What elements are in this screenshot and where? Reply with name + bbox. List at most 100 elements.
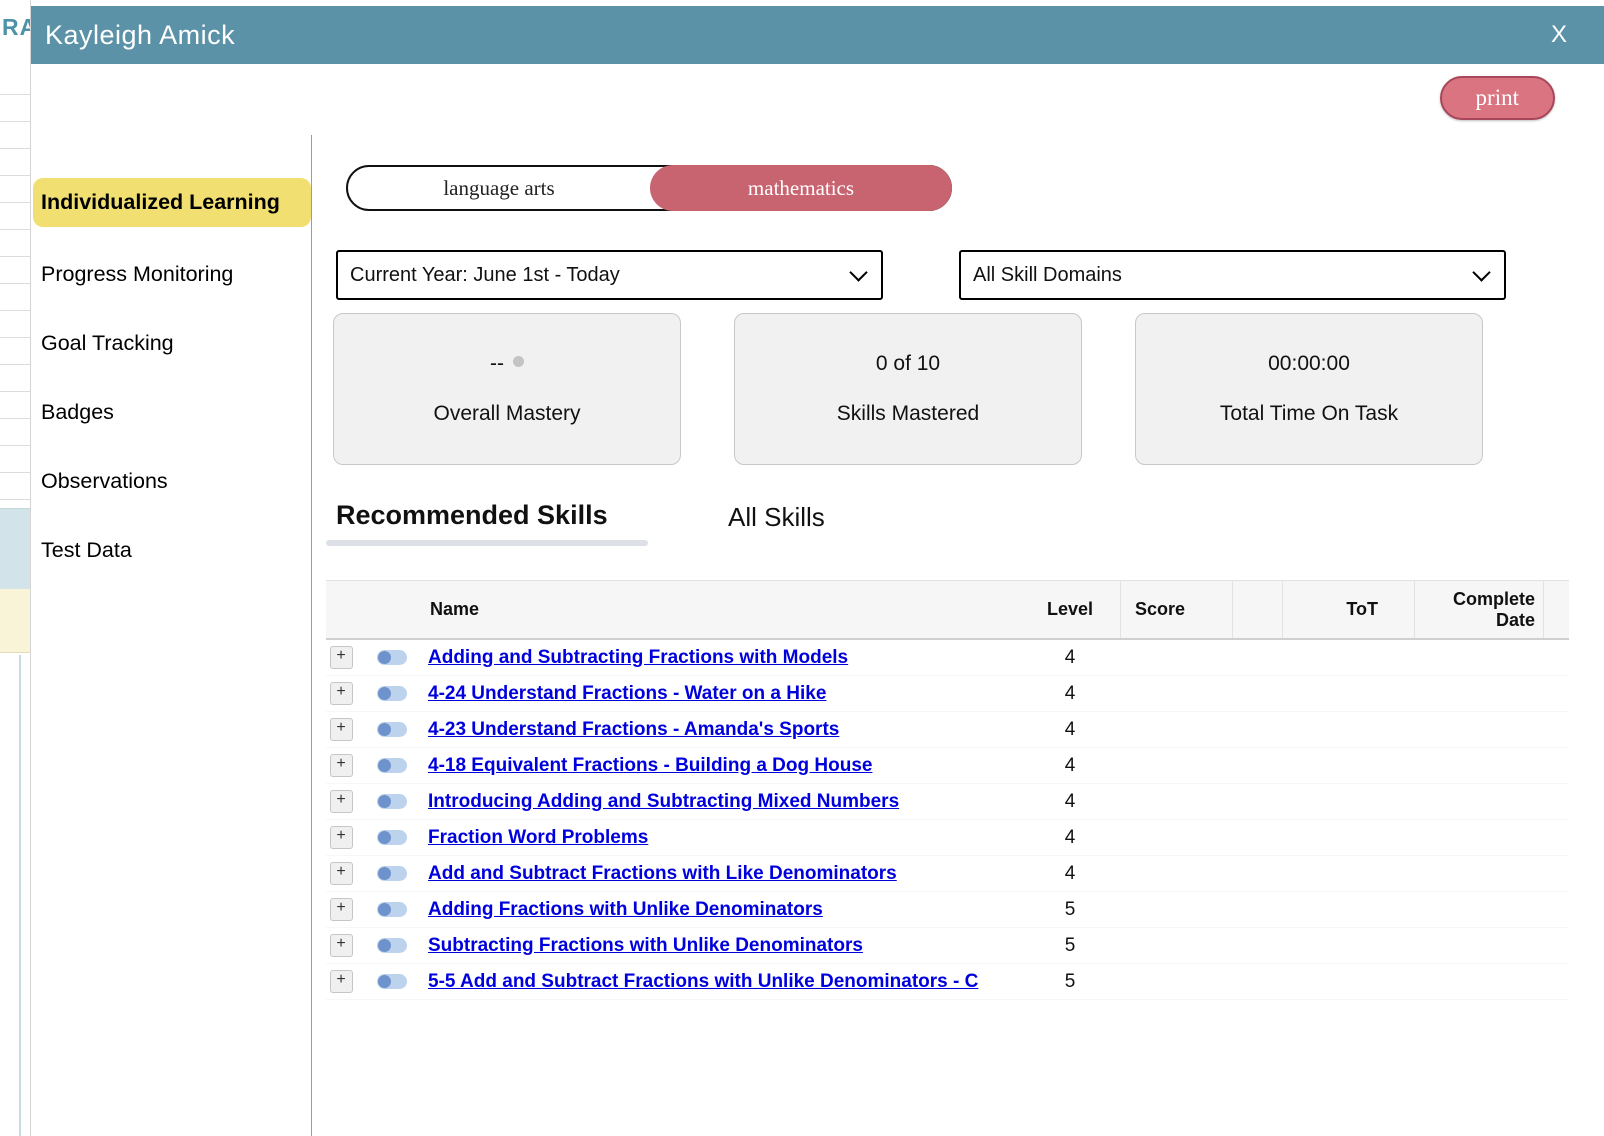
expand-cell — [326, 646, 356, 669]
tab-all-skills[interactable]: All Skills — [728, 502, 825, 533]
skill-toggle-switch[interactable] — [377, 974, 407, 989]
mastery-status-dot-icon — [513, 355, 524, 367]
expand-cell — [326, 934, 356, 957]
level-value: 4 — [1064, 682, 1076, 704]
background-edge-line — [19, 655, 21, 1136]
chevron-down-icon — [849, 263, 868, 282]
skill-name-link[interactable]: Adding Fractions with Unlike Denominator… — [428, 899, 1020, 921]
expand-plus-icon[interactable] — [329, 898, 353, 921]
background-clipped-text: RA — [2, 14, 30, 40]
expand-plus-icon[interactable] — [329, 826, 353, 849]
skill-toggle-switch[interactable] — [377, 830, 407, 845]
expand-plus-icon[interactable] — [329, 718, 353, 741]
skill-name-link[interactable]: Adding and Subtracting Fractions with Mo… — [428, 647, 1020, 669]
level-value: 4 — [1064, 826, 1076, 848]
expand-cell — [326, 790, 356, 813]
expand-cell — [326, 754, 356, 777]
sidebar-item[interactable]: Goal Tracking — [33, 322, 311, 365]
skills-table: Name Level Score ToT Complete Date + Add… — [326, 580, 1569, 1000]
background-page-sliver: RA — [0, 0, 30, 1136]
skill-name-link[interactable]: 4-23 Understand Fractions - Amanda's Spo… — [428, 719, 1020, 741]
skill-toggle-switch[interactable] — [377, 686, 407, 701]
expand-plus-icon[interactable] — [329, 754, 353, 777]
chevron-down-icon — [1472, 263, 1491, 282]
skill-toggle-switch[interactable] — [377, 650, 407, 665]
table-row: 4-24 Understand Fractions - Water on a H… — [326, 676, 1569, 712]
subject-toggle-option[interactable]: mathematics — [650, 165, 952, 211]
subject-toggle-option[interactable]: language arts — [348, 167, 650, 209]
sidebar-item[interactable]: Badges — [33, 391, 311, 434]
expand-plus-icon[interactable] — [329, 790, 353, 813]
skill-name-link[interactable]: Fraction Word Problems — [428, 827, 1020, 849]
level-value: 4 — [1064, 862, 1076, 884]
skill-name-link[interactable]: Add and Subtract Fractions with Like Den… — [428, 863, 1020, 885]
stat-label: Skills Mastered — [836, 402, 980, 425]
header-score: Score — [1120, 581, 1232, 638]
expand-plus-icon[interactable] — [329, 970, 353, 993]
header-toggle-column — [356, 581, 428, 638]
header-end-spacer — [1543, 581, 1559, 638]
skill-toggle-switch[interactable] — [377, 938, 407, 953]
date-range-select[interactable]: Current Year: June 1st - Today — [336, 250, 883, 300]
skill-toggle-switch[interactable] — [377, 794, 407, 809]
skill-toggle-switch[interactable] — [377, 902, 407, 917]
toggle-cell — [356, 938, 428, 953]
toggle-cell — [356, 830, 428, 845]
header-name: Name — [430, 599, 480, 619]
expand-cell — [326, 682, 356, 705]
table-row: Fraction Word Problems 4 — [326, 820, 1569, 856]
skill-name-link[interactable]: 4-24 Understand Fractions - Water on a H… — [428, 683, 1020, 705]
skill-toggle-switch[interactable] — [377, 722, 407, 737]
print-button[interactable]: print — [1439, 76, 1555, 120]
expand-plus-icon[interactable] — [329, 646, 353, 669]
stat-value: 0 of 10 — [875, 352, 941, 375]
level-value: 5 — [1064, 934, 1076, 956]
skill-name-link[interactable]: Introducing Adding and Subtracting Mixed… — [428, 791, 1020, 813]
skill-toggle-switch[interactable] — [377, 758, 407, 773]
subject-toggle: language arts mathematics — [346, 165, 952, 211]
skill-name-link[interactable]: Subtracting Fractions with Unlike Denomi… — [428, 935, 1020, 957]
background-table-lines — [0, 68, 30, 508]
level-value: 4 — [1064, 646, 1076, 668]
expand-cell — [326, 898, 356, 921]
sidebar-item[interactable]: Test Data — [33, 529, 311, 572]
student-name-title: Kayleigh Amick — [45, 19, 236, 50]
stat-value: -- — [490, 352, 524, 376]
sidebar-divider — [311, 135, 312, 1136]
sidebar-item[interactable]: Observations — [33, 460, 311, 503]
level-value: 4 — [1064, 718, 1076, 740]
stat-cards: -- Overall Mastery 0 of 10 Skills Master… — [333, 313, 1483, 465]
toggle-cell — [356, 866, 428, 881]
level-value: 4 — [1064, 790, 1076, 812]
skill-name-link[interactable]: 4-18 Equivalent Fractions - Building a D… — [428, 755, 1020, 777]
expand-plus-icon[interactable] — [329, 862, 353, 885]
active-tab-underline — [326, 540, 648, 546]
skill-name-link[interactable]: 5-5 Add and Subtract Fractions with Unli… — [428, 971, 1020, 993]
expand-cell — [326, 826, 356, 849]
expand-plus-icon[interactable] — [329, 682, 353, 705]
header-expand-column — [326, 581, 356, 638]
background-highlight-row-blue — [0, 508, 30, 590]
table-row: 5-5 Add and Subtract Fractions with Unli… — [326, 964, 1569, 1000]
header-tot: ToT — [1282, 581, 1414, 638]
skill-domain-value: All Skill Domains — [973, 263, 1122, 286]
table-header-row: Name Level Score ToT Complete Date — [326, 580, 1569, 640]
skill-domain-select[interactable]: All Skill Domains — [959, 250, 1506, 300]
expand-cell — [326, 970, 356, 993]
skill-toggle-switch[interactable] — [377, 866, 407, 881]
sidebar-item[interactable]: Progress Monitoring — [33, 253, 311, 296]
stat-value: 00:00:00 — [1268, 352, 1350, 375]
level-value: 4 — [1064, 754, 1076, 776]
toggle-cell — [356, 758, 428, 773]
expand-plus-icon[interactable] — [329, 934, 353, 957]
table-row: Subtracting Fractions with Unlike Denomi… — [326, 928, 1569, 964]
toggle-cell — [356, 650, 428, 665]
toggle-cell — [356, 686, 428, 701]
background-highlight-row-yellow — [0, 589, 30, 653]
close-button[interactable]: X — [1537, 6, 1581, 64]
tab-recommended-skills[interactable]: Recommended Skills — [336, 500, 608, 531]
stat-label: Overall Mastery — [433, 402, 581, 425]
sidebar-item[interactable]: Individualized Learning — [33, 178, 311, 227]
table-row: 4-23 Understand Fractions - Amanda's Spo… — [326, 712, 1569, 748]
modal-header: Kayleigh Amick X — [31, 6, 1604, 64]
